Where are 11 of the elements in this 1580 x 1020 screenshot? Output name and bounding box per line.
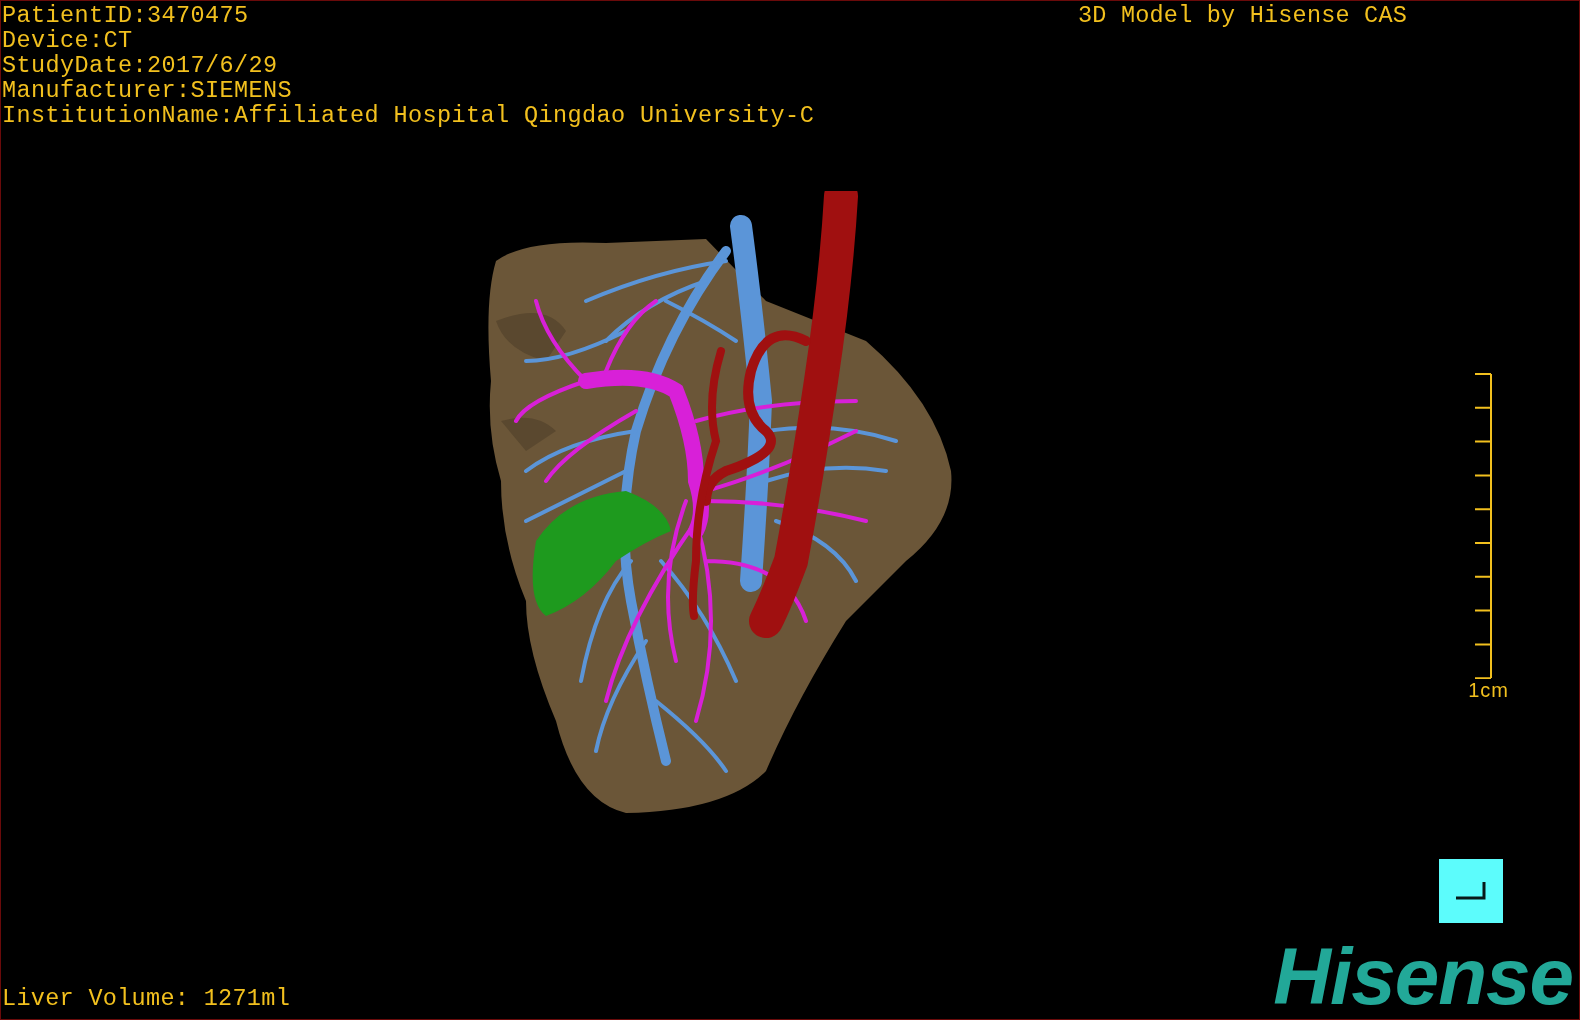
patient-info-line: Device:CT [2,28,134,53]
corner-icon [1454,880,1488,902]
model-title: 3D Model by Hisense CAS [1078,1,1408,31]
scale-label: 1cm [1468,679,1509,701]
corner-button[interactable] [1439,859,1503,923]
liver-volume: Liver Volume: 1271ml [1,986,291,1014]
patient-info-line: PatientID:3470475 [2,3,250,28]
patient-info-line: Manufacturer:SIEMENS [2,78,294,103]
logo: Hisense [1273,945,1574,1019]
patient-info-line: InstitutionName:Affiliated Hospital Qingdao University-C [2,103,815,128]
patient-info-line: StudyDate:2017/6/29 [2,53,279,78]
